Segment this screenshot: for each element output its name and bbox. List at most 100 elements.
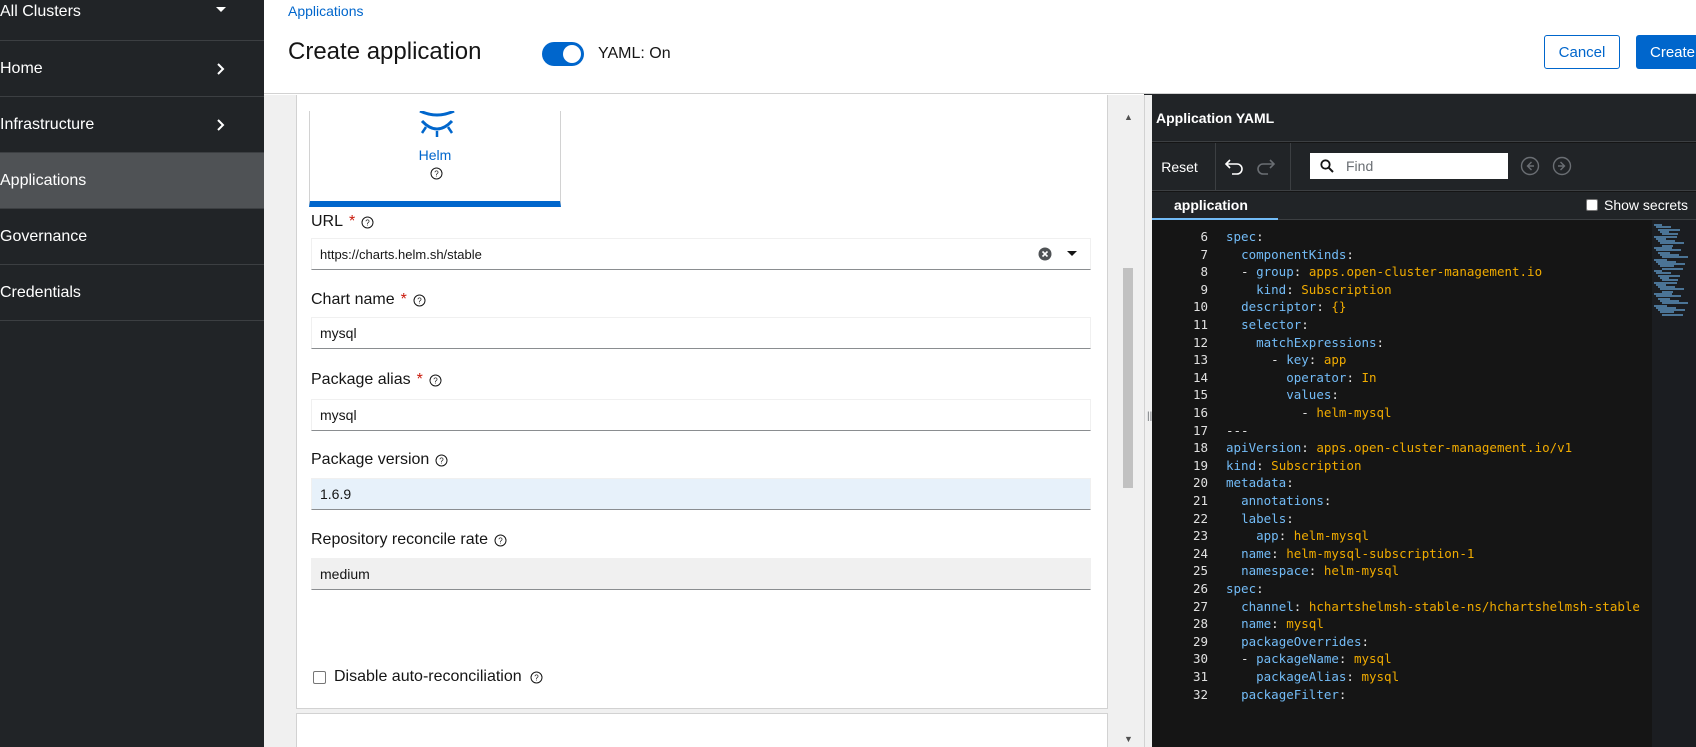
url-input[interactable]: https://charts.helm.sh/stable: [311, 238, 1091, 270]
help-icon[interactable]: ?: [435, 454, 448, 467]
find-input[interactable]: Find: [1310, 153, 1508, 179]
minimap-line: [1662, 313, 1683, 316]
yaml-separator: :: [1256, 581, 1264, 596]
code-text: spec:: [1226, 580, 1264, 598]
yaml-key: annotations: [1241, 493, 1324, 508]
yaml-key: channel: [1241, 598, 1294, 614]
code-text: - key: app: [1226, 351, 1346, 369]
yaml-value: Subscription: [1301, 281, 1392, 297]
sidebar-item-infrastructure[interactable]: Infrastructure: [0, 97, 264, 153]
url-input-value: https://charts.helm.sh/stable: [320, 246, 482, 262]
yaml-key: spec: [1226, 229, 1257, 244]
line-number: 7: [1200, 246, 1208, 262]
next-match-icon[interactable]: [1552, 156, 1572, 176]
line-number: 27: [1192, 598, 1208, 614]
yaml-key: labels: [1241, 510, 1287, 526]
yaml-key: packageOverrides: [1241, 633, 1362, 649]
yaml-separator: ---: [1226, 422, 1249, 438]
cluster-switcher[interactable]: All Clusters: [0, 0, 264, 41]
yaml-key: name: [1241, 616, 1272, 632]
required-marker: *: [349, 213, 356, 230]
panel-resize-handle[interactable]: ||: [1144, 95, 1152, 747]
show-secrets-label: Show secrets: [1604, 197, 1689, 213]
code-text: descriptor: {}: [1226, 298, 1346, 316]
helm-repo-tile[interactable]: Helm ?: [309, 111, 561, 207]
redo-icon[interactable]: [1256, 157, 1276, 175]
code-text: packageOverrides:: [1226, 633, 1369, 651]
url-label: URL * ?: [311, 213, 374, 231]
yaml-value: {}: [1331, 299, 1347, 315]
code-text: packageAlias: mysql: [1226, 668, 1399, 686]
next-section-card: [296, 713, 1108, 747]
yaml-value: app: [1323, 352, 1347, 368]
required-marker: *: [400, 291, 407, 308]
yaml-value: mysql: [1361, 669, 1400, 684]
svg-text:?: ?: [434, 170, 439, 179]
reconcile-rate-label: Repository reconcile rate ?: [311, 531, 507, 549]
reconcile-rate-select[interactable]: medium: [311, 558, 1091, 590]
toolbar-divider: [1290, 143, 1291, 191]
line-number: 28: [1192, 616, 1208, 632]
help-icon[interactable]: ?: [530, 671, 543, 684]
help-icon[interactable]: ?: [494, 534, 507, 547]
disable-auto-reconciliation-checkbox[interactable]: [313, 670, 326, 684]
breadcrumb-applications[interactable]: Applications: [288, 3, 364, 19]
url-label-text: URL: [311, 213, 344, 230]
helm-tile-label: Helm: [418, 147, 452, 163]
package-alias-input[interactable]: mysql: [311, 399, 1091, 431]
line-number: 10: [1192, 299, 1208, 315]
sidebar-item-home[interactable]: Home: [0, 41, 264, 97]
sidebar-item-governance[interactable]: Governance: [0, 209, 264, 265]
code-text: kind: Subscription: [1226, 457, 1361, 475]
line-number: 24: [1192, 545, 1208, 561]
reconcile-rate-value: medium: [320, 566, 370, 582]
show-secrets-checkbox[interactable]: [1586, 199, 1598, 211]
help-icon[interactable]: ?: [413, 294, 426, 307]
scroll-thumb[interactable]: [1123, 268, 1133, 488]
previous-match-icon[interactable]: [1520, 156, 1540, 176]
scroll-down-icon[interactable]: ▼: [1124, 734, 1133, 744]
package-version-input[interactable]: 1.6.9: [311, 478, 1091, 510]
sidebar-item-applications[interactable]: Applications: [0, 153, 264, 209]
cluster-switcher-label: All Clusters: [0, 3, 81, 20]
help-icon[interactable]: ?: [430, 167, 443, 180]
show-secrets-toggle[interactable]: Show secrets: [1586, 197, 1688, 213]
yaml-toggle[interactable]: [542, 42, 584, 66]
create-button[interactable]: Create: [1636, 35, 1696, 69]
yaml-panel: Application YAML Reset Find application …: [1144, 94, 1696, 747]
scroll-up-icon[interactable]: ▲: [1124, 112, 1133, 122]
svg-text:?: ?: [433, 376, 438, 385]
code-indent: -: [1226, 352, 1287, 368]
yaml-separator: :: [1346, 246, 1354, 262]
code-text: kind: Subscription: [1226, 281, 1392, 299]
package-alias-label-text: Package alias: [311, 371, 411, 388]
code-text: apiVersion: apps.open-cluster-management…: [1226, 439, 1572, 457]
yaml-separator: :: [1316, 299, 1332, 315]
yaml-separator: :: [1293, 598, 1309, 614]
reset-button[interactable]: Reset: [1144, 143, 1216, 191]
undo-icon[interactable]: [1224, 157, 1244, 175]
caret-down-icon[interactable]: [1066, 250, 1078, 258]
find-navigation: [1520, 156, 1572, 176]
tab-application[interactable]: application: [1144, 192, 1278, 220]
editor-minimap[interactable]: [1652, 220, 1696, 747]
yaml-editor[interactable]: 6 spec: 7 componentKinds: 8 - group: apps.o…: [1144, 220, 1696, 747]
code-text: - packageName: mysql: [1226, 650, 1392, 668]
sidebar-item-credentials[interactable]: Credentials: [0, 265, 264, 321]
cancel-button[interactable]: Cancel: [1544, 35, 1620, 69]
help-icon[interactable]: ?: [429, 374, 442, 387]
yaml-key: metadata: [1226, 475, 1287, 491]
yaml-key: namespace: [1241, 563, 1309, 579]
code-text: componentKinds:: [1226, 246, 1354, 264]
search-icon: [1320, 159, 1334, 173]
page-header: Applications Create application YAML: On…: [264, 0, 1696, 94]
clear-icon[interactable]: [1038, 247, 1052, 261]
code-text: operator: In: [1226, 369, 1376, 387]
form-scrollbar[interactable]: ▲ ▼: [1120, 108, 1136, 747]
chart-name-input[interactable]: mysql: [311, 317, 1091, 349]
code-text: app: helm-mysql: [1226, 527, 1369, 545]
help-icon[interactable]: ?: [361, 216, 374, 229]
yaml-key: descriptor: [1241, 299, 1317, 315]
code-text: namespace: helm-mysql: [1226, 562, 1399, 580]
